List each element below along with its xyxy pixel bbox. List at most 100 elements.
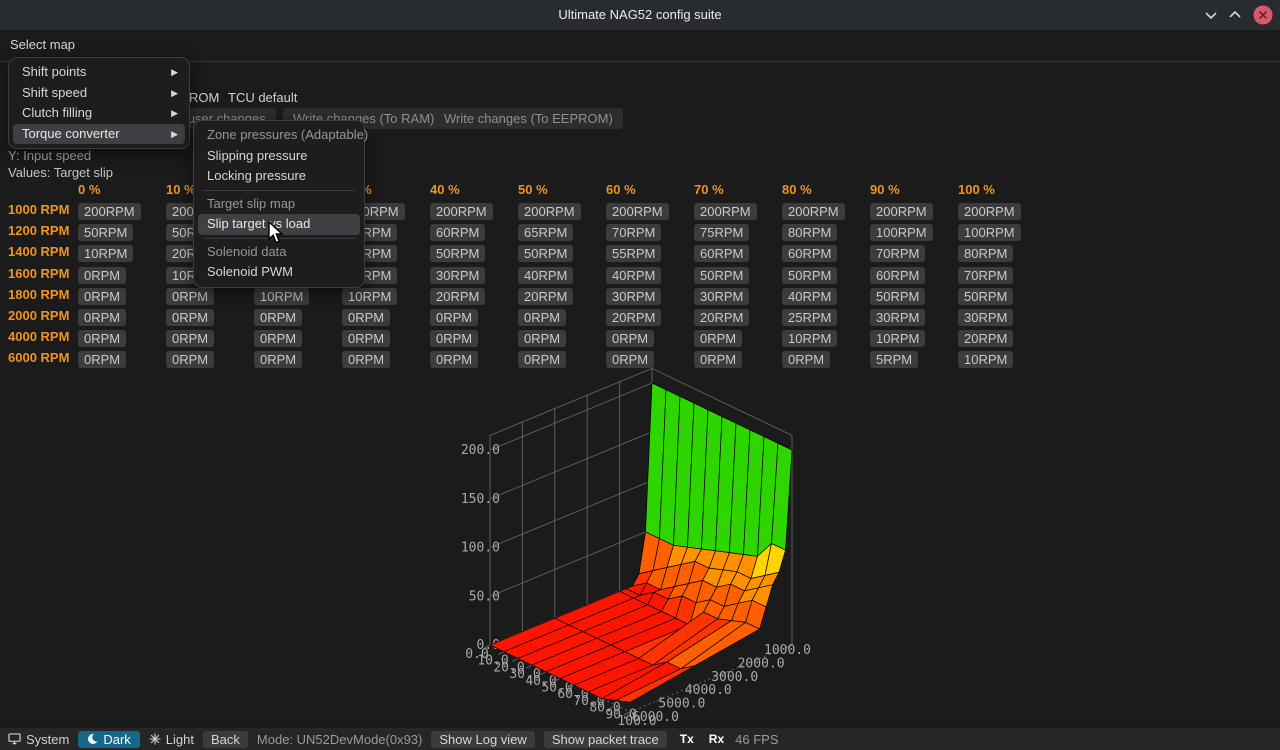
table-cell[interactable]: 0RPM	[430, 309, 478, 326]
table-cell[interactable]: 0RPM	[254, 330, 302, 347]
table-cell[interactable]: 60RPM	[430, 224, 485, 241]
close-icon[interactable]	[1252, 4, 1274, 26]
table-cell[interactable]: 40RPM	[518, 267, 573, 284]
table-cell[interactable]: 80RPM	[782, 224, 837, 241]
table-cell[interactable]: 40RPM	[606, 267, 661, 284]
system-theme-item[interactable]: System	[8, 732, 69, 747]
menu-item-locking-pressure[interactable]: Locking pressure	[198, 166, 360, 187]
mode-label: Mode: UN52DevMode(0x93)	[257, 732, 422, 747]
table-cell[interactable]: 20RPM	[606, 309, 661, 326]
table-cell[interactable]: 200RPM	[870, 203, 933, 220]
table-cell[interactable]: 75RPM	[694, 224, 749, 241]
table-cell[interactable]: 10RPM	[782, 330, 837, 347]
table-cell[interactable]: 60RPM	[870, 267, 925, 284]
menu-item-solenoid-pwm[interactable]: Solenoid PWM	[198, 262, 360, 283]
table-cell[interactable]: 0RPM	[166, 351, 214, 368]
menu-separator	[203, 190, 355, 191]
table-cell[interactable]: 30RPM	[694, 288, 749, 305]
table-cell[interactable]: 30RPM	[958, 309, 1013, 326]
table-cell[interactable]: 0RPM	[430, 351, 478, 368]
table-cell[interactable]: 0RPM	[166, 309, 214, 326]
table-cell[interactable]: 0RPM	[166, 288, 214, 305]
back-button[interactable]: Back	[203, 731, 248, 748]
minimize-icon[interactable]	[1200, 4, 1222, 26]
table-cell[interactable]: 50RPM	[78, 224, 133, 241]
table-cell[interactable]: 0RPM	[254, 351, 302, 368]
table-cell[interactable]: 10RPM	[870, 330, 925, 347]
table-cell[interactable]: 100RPM	[870, 224, 933, 241]
menu-item-shift-speed[interactable]: Shift speed▶	[13, 83, 185, 104]
show-packet-trace-button[interactable]: Show packet trace	[544, 731, 667, 748]
table-cell[interactable]: 50RPM	[958, 288, 1013, 305]
table-cell[interactable]: 0RPM	[342, 351, 390, 368]
table-cell[interactable]: 50RPM	[870, 288, 925, 305]
table-cell[interactable]: 0RPM	[254, 309, 302, 326]
table-cell[interactable]: 100RPM	[958, 224, 1021, 241]
menu-item-clutch-filling[interactable]: Clutch filling▶	[13, 103, 185, 124]
table-cell[interactable]: 200RPM	[606, 203, 669, 220]
table-cell[interactable]: 30RPM	[606, 288, 661, 305]
table-cell[interactable]: 0RPM	[78, 267, 126, 284]
table-cell[interactable]: 60RPM	[694, 245, 749, 262]
table-cell[interactable]: 20RPM	[694, 309, 749, 326]
table-cell[interactable]: 25RPM	[782, 309, 837, 326]
table-cell[interactable]: 0RPM	[606, 351, 654, 368]
table-cell[interactable]: 0RPM	[342, 309, 390, 326]
dark-theme-button[interactable]: Dark	[78, 731, 139, 748]
table-cell[interactable]: 200RPM	[958, 203, 1021, 220]
write-changes-eeprom-button[interactable]: Write changes (To EEPROM)	[434, 108, 623, 129]
table-cell[interactable]: 0RPM	[694, 330, 742, 347]
table-cell[interactable]: 200RPM	[782, 203, 845, 220]
table-cell[interactable]: 0RPM	[518, 330, 566, 347]
show-log-view-button[interactable]: Show Log view	[431, 731, 534, 748]
table-cell[interactable]: 0RPM	[166, 330, 214, 347]
table-cell[interactable]: 50RPM	[518, 245, 573, 262]
table-cell[interactable]: 10RPM	[958, 351, 1013, 368]
mouse-cursor	[268, 221, 290, 245]
table-cell[interactable]: 70RPM	[958, 267, 1013, 284]
table-cell[interactable]: 10RPM	[342, 288, 397, 305]
menu-item-zone-pressures-adaptable-: Zone pressures (Adaptable)	[198, 125, 360, 146]
table-cell[interactable]: 50RPM	[694, 267, 749, 284]
table-cell[interactable]: 50RPM	[782, 267, 837, 284]
table-cell[interactable]: 5RPM	[870, 351, 918, 368]
maximize-icon[interactable]	[1224, 4, 1246, 26]
table-cell[interactable]: 0RPM	[694, 351, 742, 368]
table-cell[interactable]: 70RPM	[870, 245, 925, 262]
table-cell[interactable]: 60RPM	[782, 245, 837, 262]
table-cell[interactable]: 80RPM	[958, 245, 1013, 262]
table-cell[interactable]: 10RPM	[254, 288, 309, 305]
tab-tcu-default[interactable]: TCU default	[228, 90, 297, 105]
menu-item-slipping-pressure[interactable]: Slipping pressure	[198, 146, 360, 167]
table-cell[interactable]: 0RPM	[518, 351, 566, 368]
table-cell[interactable]: 200RPM	[430, 203, 493, 220]
table-cell[interactable]: 0RPM	[78, 288, 126, 305]
light-theme-item[interactable]: Light	[149, 732, 194, 747]
table-cell[interactable]: 40RPM	[782, 288, 837, 305]
table-cell[interactable]: 0RPM	[78, 351, 126, 368]
table-cell[interactable]: 30RPM	[430, 267, 485, 284]
table-cell[interactable]: 0RPM	[606, 330, 654, 347]
table-cell[interactable]: 0RPM	[782, 351, 830, 368]
table-cell[interactable]: 20RPM	[958, 330, 1013, 347]
menu-select-map[interactable]: Select map	[0, 30, 85, 60]
table-cell[interactable]: 65RPM	[518, 224, 573, 241]
table-cell[interactable]: 200RPM	[694, 203, 757, 220]
table-cell[interactable]: 0RPM	[342, 330, 390, 347]
table-cell[interactable]: 55RPM	[606, 245, 661, 262]
menu-item-torque-converter[interactable]: Torque converter▶	[13, 124, 185, 145]
table-cell[interactable]: 0RPM	[78, 309, 126, 326]
table-cell[interactable]: 0RPM	[78, 330, 126, 347]
table-cell[interactable]: 200RPM	[78, 203, 141, 220]
table-cell[interactable]: 50RPM	[430, 245, 485, 262]
menu-item-shift-points[interactable]: Shift points▶	[13, 62, 185, 83]
table-cell[interactable]: 10RPM	[78, 245, 133, 262]
table-cell[interactable]: 20RPM	[518, 288, 573, 305]
table-cell[interactable]: 0RPM	[518, 309, 566, 326]
table-cell[interactable]: 20RPM	[430, 288, 485, 305]
table-cell[interactable]: 70RPM	[606, 224, 661, 241]
table-cell[interactable]: 0RPM	[430, 330, 478, 347]
table-cell[interactable]: 200RPM	[518, 203, 581, 220]
svg-text:6000.0: 6000.0	[632, 710, 679, 725]
table-cell[interactable]: 30RPM	[870, 309, 925, 326]
